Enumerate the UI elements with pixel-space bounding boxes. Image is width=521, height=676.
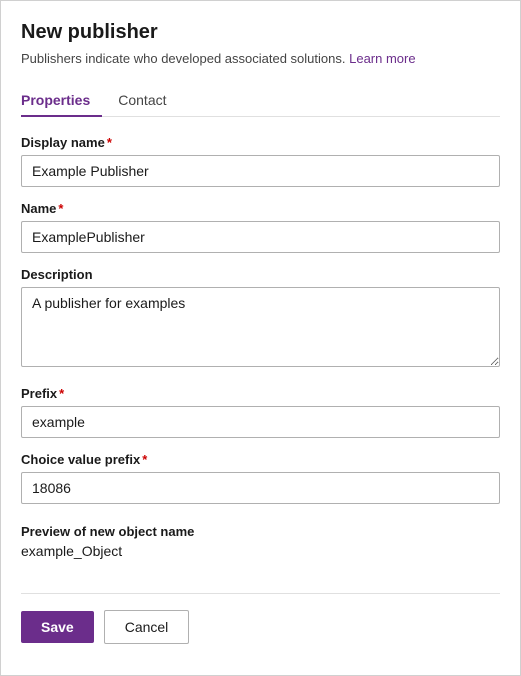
name-required: * [58,201,63,216]
prefix-label: Prefix* [21,386,500,401]
tab-contact[interactable]: Contact [118,84,178,116]
name-label: Name* [21,201,500,216]
display-name-input[interactable] [21,155,500,187]
display-name-group: Display name* [21,135,500,187]
prefix-input[interactable] [21,406,500,438]
divider [21,593,500,594]
description-input[interactable] [21,287,500,367]
prefix-group: Prefix* [21,386,500,438]
cancel-button[interactable]: Cancel [104,610,190,644]
subtitle: Publishers indicate who developed associ… [21,50,500,68]
display-name-label: Display name* [21,135,500,150]
description-group: Description [21,267,500,372]
page-title: New publisher [21,21,500,44]
choice-value-prefix-input[interactable] [21,472,500,504]
save-button[interactable]: Save [21,611,94,643]
tab-properties[interactable]: Properties [21,84,102,116]
subtitle-text: Publishers indicate who developed associ… [21,51,345,66]
preview-value: example_Object [21,543,500,559]
choice-value-prefix-label: Choice value prefix* [21,452,500,467]
name-input[interactable] [21,221,500,253]
learn-more-link[interactable]: Learn more [349,51,415,66]
button-row: Save Cancel [21,610,500,644]
tabs-container: Properties Contact [21,84,500,117]
preview-section: Preview of new object name example_Objec… [21,524,500,559]
choice-value-prefix-required: * [142,452,147,467]
name-group: Name* [21,201,500,253]
choice-value-prefix-group: Choice value prefix* [21,452,500,504]
display-name-required: * [107,135,112,150]
new-publisher-panel: New publisher Publishers indicate who de… [0,0,521,676]
description-label: Description [21,267,500,282]
preview-label: Preview of new object name [21,524,500,539]
prefix-required: * [59,386,64,401]
